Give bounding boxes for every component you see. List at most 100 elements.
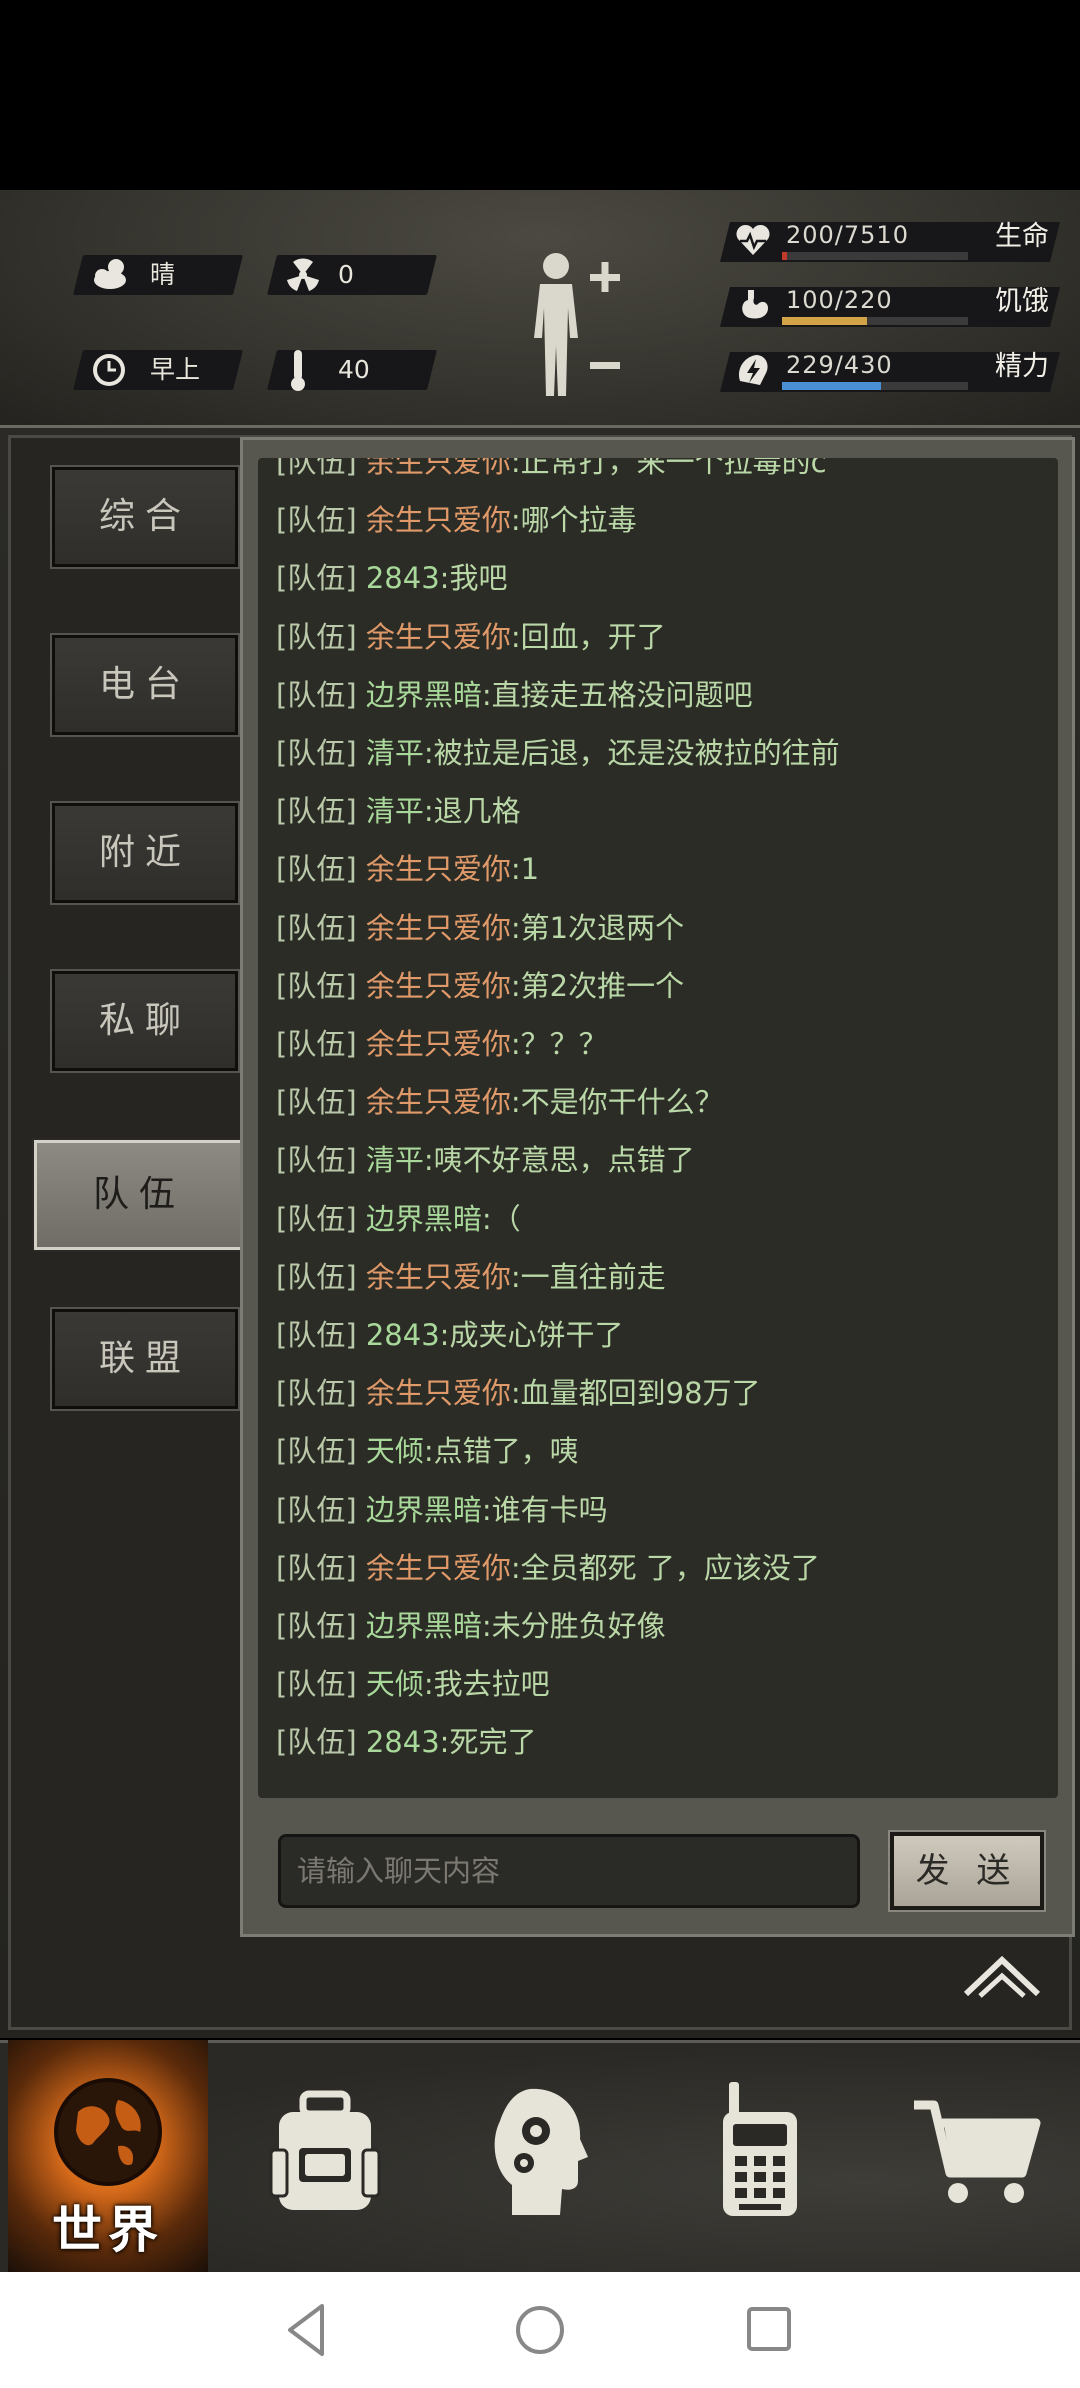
chat-message-text: :？？？ [510,1027,608,1061]
home-icon[interactable] [514,2304,566,2356]
chat-sender-name[interactable]: 边界黑暗 [366,1609,482,1643]
chat-channel-tag: [队伍] [276,1609,366,1643]
chat-sender-name[interactable]: 余生只爱你 [366,503,511,537]
chat-sender-name[interactable]: 余生只爱你 [366,969,511,1003]
chat-sender-name[interactable]: 余生只爱你 [366,1376,511,1410]
chat-message: [队伍] 天倾:我去拉吧 [276,1664,550,1704]
tab-private[interactable]: 私聊 [50,969,240,1073]
chat-message-text: :一直往前走 [510,1259,666,1294]
chat-sender-name[interactable]: 余生只爱你 [366,620,511,654]
energy-bolt-icon [738,355,768,385]
skills-head-icon[interactable] [490,2085,590,2220]
chat-message-text: :不是你干什么？ [510,1085,724,1120]
nav-world-label: 世界 [52,2201,164,2259]
chat-sender-name[interactable]: 清平 [366,736,424,770]
chat-sender-name[interactable]: 天倾 [366,1667,424,1701]
chat-message-text: :谁有卡吗 [481,1492,608,1527]
chat-channel-tag: [队伍] [276,1550,366,1585]
clock-icon [93,354,125,386]
chat-message-text: :全员都死 了，应该没了 [510,1550,820,1585]
life-bar [782,252,788,260]
world-globe-icon [54,2078,162,2186]
tab-nearby[interactable]: 附近 [50,801,240,905]
temperature-value: 40 [338,355,370,384]
chat-sender-name[interactable]: 边界黑暗 [366,1493,482,1527]
chat-message-text: :直接走五格没问题吧 [481,677,753,712]
chat-message-text: :正常打，来一个拉毒的c [510,458,827,479]
chat-sender-name[interactable]: 余生只爱你 [366,1027,511,1061]
chat-message-text: :哪个拉毒 [510,503,637,538]
chat-message: [队伍] 余生只爱你:哪个拉毒 [276,500,637,540]
chat-message-text: :第2次推一个 [510,968,685,1003]
chat-channel-tag: [队伍] [276,677,366,712]
chat-log[interactable]: [队伍] 余生只爱你:正常打，来一个拉毒的c [队伍] 余生只爱你:哪个拉毒 [队伍… [258,458,1058,1798]
shop-cart-icon[interactable] [910,2095,1045,2210]
tab-team[interactable]: 队伍 [32,1138,246,1252]
chat-message: [队伍] 边界黑暗:（ [276,1199,521,1239]
tab-radio[interactable]: 电台 [50,633,240,737]
stomach-icon [742,290,768,319]
chat-sender-name[interactable]: 余生只爱你 [366,458,511,479]
backpack-icon[interactable] [265,2090,385,2215]
chat-message: [队伍] 天倾:点错了，咦 [276,1431,579,1471]
chat-channel-tag: [队伍] [276,1085,366,1120]
chat-channel-tag: [队伍] [276,458,366,479]
chat-sender-name[interactable]: 余生只爱你 [366,852,511,886]
send-button[interactable]: 发 送 [888,1830,1046,1912]
chat-channel-tag: [队伍] [276,1259,366,1294]
chat-input[interactable]: 请输入聊天内容 [278,1834,860,1908]
chat-sender-name[interactable]: 边界黑暗 [366,678,482,712]
radiation-icon [287,258,319,291]
chat-channel-tag: [队伍] [276,503,366,538]
chat-message: [队伍] 2843:死完了 [276,1722,536,1762]
tab-general[interactable]: 综合 [50,465,240,569]
chat-message-text: :1 [510,852,540,887]
chat-message-text: :血量都回到98万了 [510,1376,761,1411]
collapse-up-icon[interactable] [962,1950,1042,2002]
chat-sender-name[interactable]: 余生只爱你 [366,1085,511,1119]
chat-sender-name[interactable]: 清平 [366,794,424,828]
back-icon[interactable] [284,2302,328,2358]
energy-value: 229/430 [786,351,893,379]
chat-message-text: :点错了，咦 [423,1434,579,1469]
radio-walkie-talkie-icon[interactable] [715,2080,805,2220]
chat-sender-name[interactable]: 天倾 [366,1434,424,1468]
chat-sender-name[interactable]: 边界黑暗 [366,1202,482,1236]
chat-sender-name[interactable]: 余生只爱你 [366,1260,511,1294]
chat-message: [队伍] 余生只爱你:血量都回到98万了 [276,1373,761,1413]
chat-message: [队伍] 余生只爱你:不是你干什么？ [276,1082,724,1122]
tab-alliance[interactable]: 联盟 [50,1307,240,1411]
chat-message: [队伍] 余生只爱你:第2次推一个 [276,966,684,1006]
chat-sender-name[interactable]: 2843 [366,561,440,595]
chat-message-text: :咦不好意思，点错了 [423,1143,695,1178]
chat-message-text: :第1次退两个 [510,910,685,945]
chat-channel-tag: [队伍] [276,1725,366,1760]
chat-message-text: :（ [481,1201,521,1236]
body-status-icon[interactable] [520,248,624,398]
chat-sender-name[interactable]: 余生只爱你 [366,1551,511,1585]
chat-message-text: :回血，开了 [510,619,666,654]
chat-channel-tag: [队伍] [276,1201,366,1236]
life-label: 生命 [995,221,1049,252]
chat-message-text: :我去拉吧 [423,1667,550,1702]
chat-message: [队伍] 余生只爱你:正常打，来一个拉毒的c [276,458,827,482]
chat-message: [队伍] 2843:我吧 [276,558,507,598]
chat-channel-tag: [队伍] [276,852,366,887]
chat-sender-name[interactable]: 余生只爱你 [366,911,511,945]
chat-channel-tag: [队伍] [276,1027,366,1061]
chat-sender-name[interactable]: 2843 [366,1725,440,1759]
chat-message: [队伍] 2843:成夹心饼干了 [276,1315,623,1355]
energy-label: 精力 [995,351,1049,382]
energy-bar [782,382,882,390]
chat-sender-name[interactable]: 2843 [366,1318,440,1352]
chat-message: [队伍] 边界黑暗:未分胜负好像 [276,1606,666,1646]
chat-channel-tag: [队伍] [276,1667,366,1702]
hunger-label: 饥饿 [995,286,1049,317]
chat-channel-tag: [队伍] [276,1376,366,1411]
recents-icon[interactable] [746,2306,792,2352]
chat-sender-name[interactable]: 清平 [366,1143,424,1177]
weather-value: 晴 [150,260,176,289]
nav-world[interactable]: 世界 [8,2040,208,2272]
chat-message: [队伍] 余生只爱你:一直往前走 [276,1257,666,1297]
status-hud: 晴 0 早上 40 200/7510 生命 100/220 饥饿 229/430… [0,190,1080,428]
